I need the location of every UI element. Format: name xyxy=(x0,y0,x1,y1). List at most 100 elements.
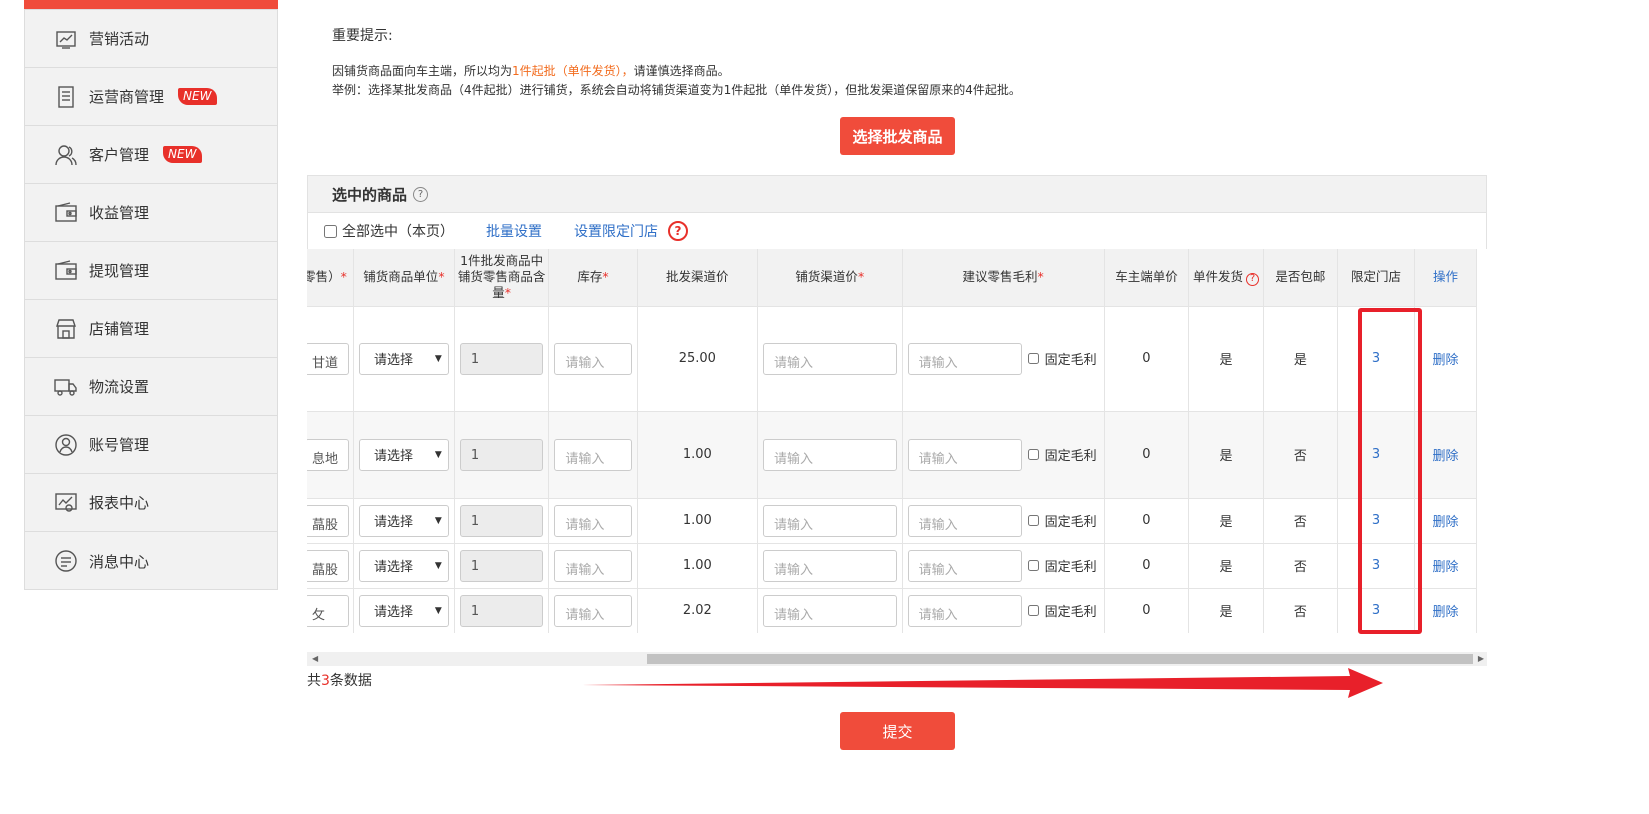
document-list-icon xyxy=(53,84,79,110)
select-all-checkbox[interactable] xyxy=(324,224,337,238)
fixed-margin-checkbox[interactable]: 固定毛利 xyxy=(1027,349,1097,368)
free-shipping: 否 xyxy=(1263,587,1338,633)
sidebar-item-4[interactable]: 提现管理 xyxy=(25,242,277,300)
col-action: 操作 xyxy=(1414,249,1477,306)
panel-title: 选中的商品 xyxy=(332,185,408,204)
sidebar-item-label: 店铺管理 xyxy=(89,320,150,338)
channel-price-input[interactable]: 请输入 xyxy=(762,342,897,375)
product-name-field[interactable]: 攵 xyxy=(307,594,350,627)
unit-select[interactable]: 请选择 ▼ xyxy=(359,342,449,375)
limited-store-link[interactable]: 3 xyxy=(1337,410,1416,498)
caret-down-icon: ▼ xyxy=(434,353,442,364)
stock-input[interactable]: 请输入 xyxy=(554,342,632,375)
owner-price: 0 xyxy=(1104,542,1190,588)
sidebar-item-label: 收益管理 xyxy=(89,204,150,222)
unit-select[interactable]: 请选择 ▼ xyxy=(359,438,449,471)
wholesale-price: 1.00 xyxy=(637,542,758,588)
sidebar-item-3[interactable]: 收益管理 xyxy=(25,184,277,242)
col-stock: 库存* xyxy=(548,249,638,306)
goods-table-viewport[interactable]: 零售）* 铺货商品单位* 1件批发商品中 铺货零售商品含 量* 库存* 批发渠道价 … xyxy=(307,249,1487,633)
limited-store-link[interactable]: 3 xyxy=(1337,587,1416,633)
table-row: 甘道 请选择 ▼ 1 请输入 25.00 请输入 请输入 固定毛利 0 是是 3 删除 xyxy=(307,305,1477,411)
table-row: 蕌股 请选择 ▼ 1 请输入 1.00 请输入 请输入 固定毛利 0 是否 3 删除 xyxy=(307,497,1477,543)
select-wholesale-goods-button[interactable]: 选择批发商品 xyxy=(840,117,955,155)
free-shipping: 否 xyxy=(1263,497,1338,543)
owner-price: 0 xyxy=(1104,410,1190,498)
sidebar-item-label: 账号管理 xyxy=(89,436,150,454)
stock-input[interactable]: 请输入 xyxy=(554,504,632,537)
col-retail: 零售）* xyxy=(307,249,355,306)
fixed-margin-checkbox[interactable]: 固定毛利 xyxy=(1027,556,1097,575)
scroll-right-icon[interactable]: ▶ xyxy=(1478,654,1484,663)
scroll-left-icon[interactable]: ◀ xyxy=(312,654,318,663)
fixed-margin-checkbox[interactable]: 固定毛利 xyxy=(1027,511,1097,530)
sidebar-item-0[interactable]: 营销活动 xyxy=(25,10,277,68)
limited-store-link[interactable]: 3 xyxy=(1337,542,1416,588)
qty-field: 1 xyxy=(459,342,544,375)
channel-price-input[interactable]: 请输入 xyxy=(762,594,897,627)
col-owner-price: 车主端单价 xyxy=(1104,249,1190,306)
margin-input[interactable]: 请输入 xyxy=(907,438,1022,471)
table-row: 攵请选择 ▼ 1 请输入 2.02 请输入 请输入 固定毛利 0 是否 3 删除 xyxy=(307,587,1477,633)
unit-select[interactable]: 请选择 ▼ xyxy=(359,594,449,627)
delete-link[interactable]: 删除 xyxy=(1414,542,1477,588)
free-shipping: 是 xyxy=(1263,305,1338,411)
fixed-margin-checkbox[interactable]: 固定毛利 xyxy=(1027,445,1097,464)
col-unit: 铺货商品单位* xyxy=(353,249,455,306)
sidebar-item-label: 报表中心 xyxy=(89,494,150,512)
channel-price-input[interactable]: 请输入 xyxy=(762,438,897,471)
col-qty: 1件批发商品中 铺货零售商品含 量* xyxy=(454,249,550,306)
col-wholesale: 批发渠道价 xyxy=(637,249,758,306)
delete-link[interactable]: 删除 xyxy=(1414,410,1477,498)
caret-down-icon: ▼ xyxy=(434,515,442,526)
col-shipping: 是否包邮 xyxy=(1263,249,1338,306)
sidebar-item-6[interactable]: 物流设置 xyxy=(25,358,277,416)
unit-select[interactable]: 请选择 ▼ xyxy=(359,549,449,582)
help-icon[interactable]: ? xyxy=(413,186,429,202)
wholesale-price: 25.00 xyxy=(637,305,758,411)
sidebar-item-5[interactable]: 店铺管理 xyxy=(25,300,277,358)
fixed-margin-checkbox[interactable]: 固定毛利 xyxy=(1027,601,1097,620)
submit-button[interactable]: 提交 xyxy=(840,712,955,750)
sidebar-item-9[interactable]: 消息中心 xyxy=(25,532,277,590)
stock-input[interactable]: 请输入 xyxy=(554,549,632,582)
help-icon[interactable]: ? xyxy=(668,221,688,241)
product-name-field[interactable]: 蕌股 xyxy=(307,549,350,582)
limited-store-link[interactable]: 3 xyxy=(1337,497,1416,543)
owner-price: 0 xyxy=(1104,587,1190,633)
channel-price-input[interactable]: 请输入 xyxy=(762,549,897,582)
sidebar-item-label: 物流设置 xyxy=(89,378,150,396)
store-icon xyxy=(53,316,79,342)
sidebar-item-label: 运营商管理 xyxy=(89,88,165,106)
batch-set-link[interactable]: 批量设置 xyxy=(486,221,542,241)
sidebar-item-1[interactable]: 运营商管理 NEW xyxy=(25,68,277,126)
sidebar-item-8[interactable]: 报表中心 xyxy=(25,474,277,532)
margin-input[interactable]: 请输入 xyxy=(907,549,1022,582)
single-ship: 是 xyxy=(1188,305,1264,411)
delete-link[interactable]: 删除 xyxy=(1414,497,1477,543)
channel-price-input[interactable]: 请输入 xyxy=(762,504,897,537)
limited-store-link[interactable]: 3 xyxy=(1337,305,1416,411)
margin-input[interactable]: 请输入 xyxy=(907,342,1022,375)
table-toolbar: 全部选中（本页） 批量设置 设置限定门店 ? xyxy=(307,213,1487,249)
margin-input[interactable]: 请输入 xyxy=(907,594,1022,627)
sidebar-item-7[interactable]: 账号管理 xyxy=(25,416,277,474)
sidebar-item-2[interactable]: 客户管理 NEW xyxy=(25,126,277,184)
set-store-link[interactable]: 设置限定门店 xyxy=(574,221,658,241)
margin-input[interactable]: 请输入 xyxy=(907,504,1022,537)
stock-input[interactable]: 请输入 xyxy=(554,438,632,471)
delete-link[interactable]: 删除 xyxy=(1414,305,1477,411)
truck-icon xyxy=(53,374,79,400)
record-count: 共3条数据 xyxy=(307,673,372,689)
single-ship: 是 xyxy=(1188,410,1264,498)
delete-link[interactable]: 删除 xyxy=(1414,587,1477,633)
product-name-field[interactable]: 蕌股 xyxy=(307,504,350,537)
stock-input[interactable]: 请输入 xyxy=(554,594,632,627)
col-channel: 铺货渠道价* xyxy=(757,249,903,306)
unit-select[interactable]: 请选择 ▼ xyxy=(359,504,449,537)
help-icon[interactable]: ? xyxy=(1246,272,1260,286)
selected-goods-header: 选中的商品 ? xyxy=(307,175,1487,213)
wallet-icon xyxy=(53,258,79,284)
product-name-field[interactable]: 甘道 xyxy=(307,342,350,375)
product-name-field[interactable]: 息地 xyxy=(307,438,350,471)
